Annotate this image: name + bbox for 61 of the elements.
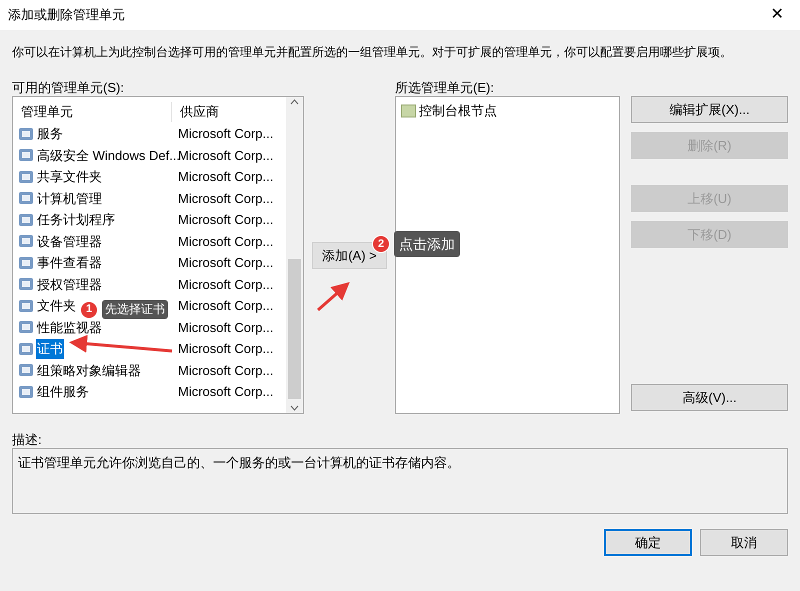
pointer-arrow [317, 282, 350, 312]
vendor-cell-text: Microsoft Corp... [178, 383, 274, 401]
step-badge: 2 [372, 235, 390, 253]
snap-in-name[interactable]: 任务计划程序 [36, 210, 116, 230]
list-label: 所选管理单元(E): [395, 79, 495, 96]
snap-in-icon [18, 126, 34, 142]
snap-in-icon [18, 168, 34, 185]
callout-label: 先选择证书 [102, 300, 168, 319]
snap-in-icon [18, 212, 34, 228]
vendor-cell-text: Microsoft Corp... [178, 232, 274, 251]
scroll-thumb[interactable] [288, 259, 301, 399]
snap-in-name[interactable]: 证书 [36, 339, 64, 358]
footer-button[interactable]: 确定 [604, 529, 692, 556]
snap-in-name[interactable]: 性能监视器 [36, 318, 103, 337]
vendor-cell-text: Microsoft Corp... [178, 146, 274, 165]
snap-in-icon [18, 190, 34, 206]
window-title: 添加或删除管理单元 [8, 6, 125, 24]
vendor-cell-text: Microsoft Corp... [178, 362, 274, 380]
vendor-cell-text: Microsoft Corp... [178, 254, 274, 272]
close-button[interactable]: ✕ [762, 2, 792, 28]
tree-node[interactable]: 控制台根节点 [419, 101, 497, 121]
dialog-button[interactable]: 编辑扩展(X)... [631, 96, 788, 123]
snap-in-name[interactable]: 授权管理器 [36, 274, 103, 294]
snap-in-icon [18, 340, 34, 357]
folder-icon [401, 104, 416, 118]
scroll-up-icon[interactable] [290, 99, 299, 105]
description-label: 描述: [12, 431, 43, 448]
snap-in-icon [18, 233, 34, 250]
snap-in-icon [18, 147, 34, 164]
column-header: 供应商 [179, 103, 219, 122]
snap-in-name[interactable]: 服务 [36, 124, 64, 144]
snap-in-name[interactable]: 组策略对象编辑器 [36, 360, 142, 380]
snap-in-name[interactable]: 文件夹 [36, 296, 77, 316]
scrollbar[interactable] [286, 97, 303, 413]
scroll-down-icon[interactable] [290, 405, 299, 411]
vendor-cell-text: Microsoft Corp... [178, 276, 274, 294]
description-text: 证书管理单元允许你浏览自己的、一个服务的或一台计算机的证书存储内容。 [18, 455, 460, 470]
snap-in-icon [18, 319, 34, 336]
vendor-cell-text: Microsoft Corp... [178, 125, 274, 143]
snap-in-name[interactable]: 计算机管理 [36, 188, 103, 208]
vendor-cell-text: Microsoft Corp... [178, 297, 274, 315]
vendor-cell-text: Microsoft Corp... [178, 190, 274, 208]
intro-text: 你可以在计算机上为此控制台选择可用的管理单元并配置所选的一组管理单元。对于可扩展的管理单元，你可以配置要启用哪些扩展项。 [12, 44, 732, 61]
vendor-cell-text: Microsoft Corp... [178, 168, 274, 186]
footer-button[interactable]: 取消 [700, 529, 788, 556]
dialog-button[interactable]: 高级(V)... [631, 384, 788, 411]
column-header: 管理单元 [13, 102, 172, 122]
snap-in-icon [18, 254, 34, 271]
vendor-cell-text: Microsoft Corp... [178, 318, 274, 337]
callout-label: 点击添加 [394, 231, 460, 257]
list-label: 可用的管理单元(S): [12, 79, 125, 96]
snap-in-name[interactable]: 共享文件夹 [36, 167, 103, 186]
vendor-cell-text: Microsoft Corp... [178, 211, 274, 229]
snap-in-name[interactable]: 事件查看器 [36, 253, 103, 272]
snap-in-icon [18, 298, 34, 314]
snap-in-name[interactable]: 设备管理器 [36, 232, 103, 251]
snap-in-icon [18, 276, 34, 292]
snap-in-icon [18, 384, 34, 400]
snap-in-name[interactable]: 组件服务 [36, 382, 90, 402]
snap-in-icon [18, 362, 34, 378]
vendor-cell-text: Microsoft Corp... [178, 340, 274, 358]
